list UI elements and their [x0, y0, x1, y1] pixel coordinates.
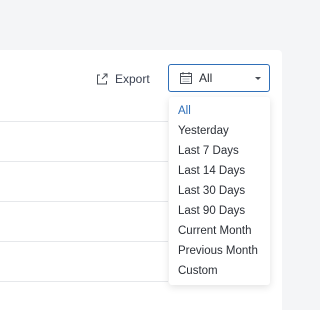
date-range-dropdown: All Yesterday Last 7 Days Last 14 Days L… [169, 97, 270, 285]
export-button[interactable]: Export [95, 67, 150, 91]
date-range-value: All [199, 71, 213, 85]
option-custom[interactable]: Custom [169, 261, 270, 281]
export-icon [95, 72, 109, 86]
table-row-divider [0, 121, 168, 122]
option-yesterday[interactable]: Yesterday [169, 121, 270, 141]
export-label: Export [115, 72, 150, 86]
option-last-7-days[interactable]: Last 7 Days [169, 141, 270, 161]
chevron-down-icon [255, 76, 261, 80]
table-row-divider [0, 161, 168, 162]
table-row-divider [0, 241, 168, 242]
calendar-icon [179, 71, 193, 85]
option-previous-month[interactable]: Previous Month [169, 241, 270, 261]
page: Export All All Yesterday Last 7 Days Las… [0, 0, 317, 310]
table-row-divider [0, 201, 168, 202]
option-last-14-days[interactable]: Last 14 Days [169, 161, 270, 181]
date-range-select[interactable]: All [168, 64, 270, 92]
option-current-month[interactable]: Current Month [169, 221, 270, 241]
option-last-30-days[interactable]: Last 30 Days [169, 181, 270, 201]
option-last-90-days[interactable]: Last 90 Days [169, 201, 270, 221]
table-row-divider [0, 281, 168, 282]
option-all[interactable]: All [169, 101, 270, 121]
